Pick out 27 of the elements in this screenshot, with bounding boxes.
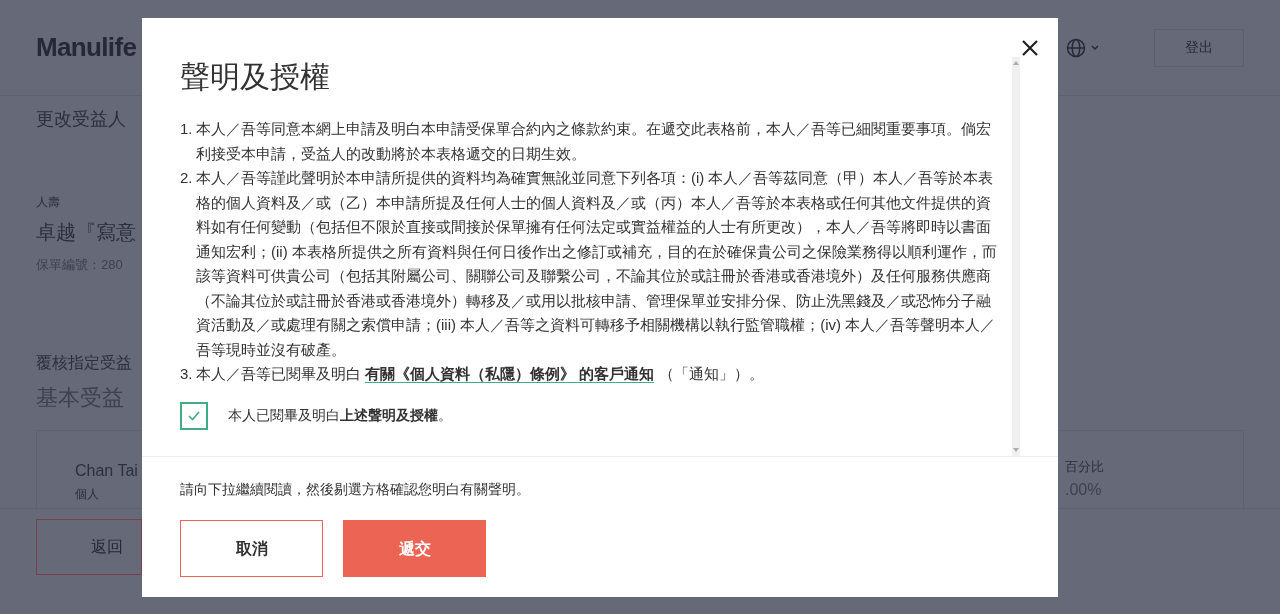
plan-name: 卓越『寫意 [36, 220, 136, 245]
list-number: 2. [180, 168, 194, 188]
scroll-up-icon[interactable] [1013, 61, 1019, 65]
back-button[interactable]: 返回 [36, 518, 142, 575]
declaration-text: 本人／吾等同意本網上申請及明白本申請受保單合約內之條款約束。在遞交此表格前，本人／吾等已細閱重要事項。倘宏利接受本申請，受益人的改動將於本表格遞交的日期生效。 [196, 119, 992, 164]
cancel-button[interactable]: 取消 [180, 520, 323, 577]
caret-icon[interactable] [1091, 44, 1099, 51]
list-number: 1. [180, 119, 194, 139]
list-number: 3. [180, 364, 194, 384]
globe-icon[interactable] [1066, 37, 1086, 58]
check-icon [188, 410, 200, 421]
submit-button[interactable]: 遞交 [343, 520, 486, 577]
hint-text: 請向下拉繼續閱讀，然後剔選方格確認您明白有關聲明。 [180, 480, 531, 499]
logout-button[interactable]: 登出 [1154, 28, 1244, 67]
close-icon[interactable] [1020, 38, 1040, 58]
scrollbar[interactable] [1012, 57, 1020, 456]
checkbox[interactable] [180, 401, 208, 430]
section-label: 覆核指定受益 [36, 352, 132, 373]
scroll-down-icon[interactable] [1013, 448, 1019, 452]
declaration-text: 本人／吾等謹此聲明於本申請所提供的資料均為確實無訛並同意下列各項：(i) 本人／吾等茲同意（甲）本人／吾等於本表格的個人資料及／或（乙）本申請所提及任何人士的個人資料及／或（丙）本人／吾等於本表格或任何其他文件提供的資料如有任何變動（包括但不限於直接或間接於保單擁有任何法定或實益權益的人士有所更改），本人／吾等將即時以書面通知宏利；(ii) 本表格所提供之所有資料與任何日後作出之修訂或補充，目的在於確保貴公司之保險業務得以順利運作，而該等資料可供貴公司（包括其附屬公司、關聯公司及聯繫公司，不論其位於或註冊於香港或香港境外）及任何服務供應商（不論其位於或註冊於香港或香港境外）轉移及／或用以批核申請、管理保單並安排分保、防止洗黑錢及／或恐怖分子融資活動及／或處理有關之索償申請；(iii) 本人／吾等之資料可轉移予相關機構以執行監管職權；(iv) 本人／吾等聲明本人／吾等現時並沒有破產。 [196, 168, 998, 360]
page-heading: 更改受益人 [36, 108, 126, 131]
declaration-text: 本人／吾等已閱畢及明白 有關《個人資料（私隱）條例》 的客戶通知 （「通知」）。 [196, 364, 765, 385]
checkbox-label: 本人已閱畢及明白上述聲明及授權。 [228, 406, 452, 425]
beneficiary-name: Chan Tai [75, 460, 138, 481]
logo[interactable]: Manulife [36, 28, 137, 67]
dialog-title: 聲明及授權 [180, 59, 331, 95]
notice-link[interactable]: 有關《個人資料（私隱）條例》 的客戶通知 [365, 365, 655, 383]
